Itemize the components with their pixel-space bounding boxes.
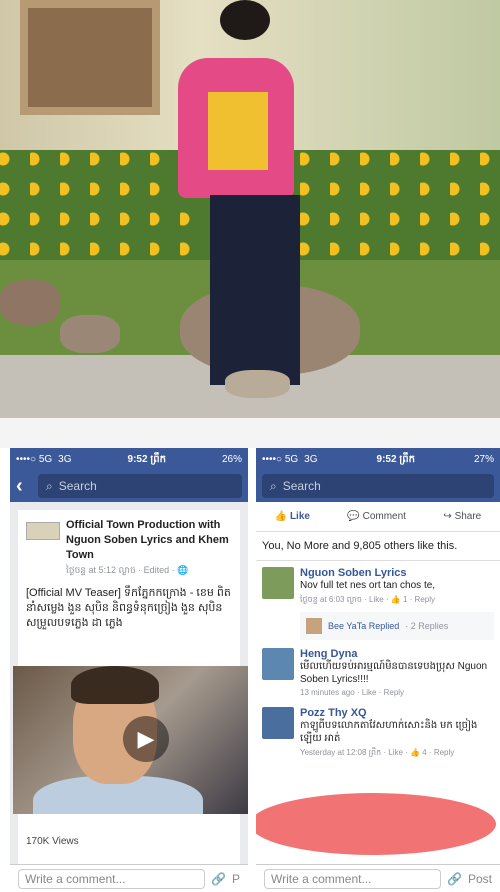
avatar[interactable] [262, 707, 294, 739]
comment-author[interactable]: Heng Dyna [300, 648, 494, 660]
share-button[interactable]: ↪ Share [443, 511, 481, 522]
share-label: Share [454, 511, 482, 522]
comment-text: មើលហើយទប់អារម្មណ៍មិនបានទេបងប្រុស Nguon S… [300, 661, 488, 685]
comment-author[interactable]: Pozz Thy XQ [300, 707, 494, 719]
avatar[interactable] [262, 567, 294, 599]
signal-text: ••••○ 5G [262, 453, 299, 465]
search-input[interactable]: ⌕ Search [38, 474, 242, 498]
post-button[interactable]: P [232, 872, 240, 886]
comment-text: Nov full tet nes ort tan chos te, [300, 580, 436, 591]
search-placeholder: Search [58, 479, 97, 493]
nav-bar: ⌕ Search [256, 470, 500, 502]
gap [0, 418, 500, 448]
post-card: Official Town Production with Nguon Sobe… [13, 510, 248, 892]
attach-icon[interactable]: 🔗 [211, 872, 226, 886]
comment-input[interactable]: Write a comment... [264, 868, 442, 889]
nav-bar: ‹ ⌕ Search [10, 470, 248, 502]
like-button[interactable]: 👍 Like [275, 511, 310, 522]
reply-count: · 2 Replies [405, 621, 449, 631]
left-phone-screenshot: ••••○ 5G 3G 9:52 ព្រឹក 26% ‹ ⌕ Search Of… [10, 448, 248, 892]
post-actions: 👍 Like 💬 Comment ↪ Share [256, 502, 500, 532]
search-placeholder: Search [282, 479, 321, 493]
attach-icon[interactable]: 🔗 [447, 872, 462, 886]
post-title[interactable]: Official Town Production with Nguon Sobe… [66, 518, 232, 563]
comment-composer: Write a comment... 🔗 P [10, 864, 248, 892]
post-header: Official Town Production with Nguon Sobe… [26, 518, 232, 578]
comment-meta: 13 minutes ago · Like · Reply [300, 688, 405, 697]
video-thumbnail[interactable]: ▶ [13, 666, 248, 814]
comments-list: Nguon Soben Lyrics Nov full tet nes ort … [256, 561, 500, 887]
likes-summary[interactable]: You, No More and 9,805 others like this. [256, 532, 500, 561]
search-input[interactable]: ⌕ Search [262, 474, 494, 498]
search-icon: ⌕ [270, 478, 277, 493]
post-text: [Official MV Teaser] ទឹកភ្នែកកក្រោង - ខេ… [26, 587, 231, 629]
comment-label: Comment [362, 511, 406, 522]
reply-author: Bee YaTa Replied [328, 621, 400, 631]
time-text: 9:52 ព្រឹក [376, 453, 415, 465]
time-text: 9:52 ព្រឹក [127, 453, 166, 465]
like-label: Like [289, 511, 310, 522]
play-icon[interactable]: ▶ [123, 716, 169, 762]
post-meta: ថ្ងៃចន្ទ at 5:12 ល្ងាច · Edited · 🌐 [66, 565, 189, 575]
garden-photo [0, 0, 500, 418]
comment-text: កាឡូពីបទលោកតាវែសហាក់សោះនិង មក ច្រៀងឡើយ អ… [300, 720, 478, 744]
right-phone-screenshot: ••••○ 5G 3G 9:52 ព្រឹក 27% ⌕ Search 👍 Li… [256, 448, 500, 892]
comment-meta: Yesterday at 12:08 ព្រឹក · Like · 👍 4 · … [300, 748, 455, 757]
avatar [306, 618, 322, 634]
comment-meta: ថ្ងៃចន្ទ at 6:03 ល្ងាច · Like · 👍 1 · Re… [300, 595, 436, 604]
comment-author[interactable]: Nguon Soben Lyrics [300, 567, 435, 579]
views-count: 170K Views [26, 836, 79, 847]
status-bar: ••••○ 5G 3G 9:52 ព្រឹក 27% [256, 448, 500, 470]
comment-composer: Write a comment... 🔗 Post [256, 864, 500, 892]
comment-item: Pozz Thy XQ កាឡូពីបទលោកតាវែសហាក់សោះនិង ម… [262, 707, 494, 759]
network-text: 3G [58, 453, 72, 465]
comment-item: Heng Dyna មើលហើយទប់អារម្មណ៍មិនបានទេបងប្រ… [262, 648, 494, 697]
avatar[interactable] [262, 648, 294, 680]
network-text: 3G [304, 453, 318, 465]
signal-text: ••••○ 5G [16, 453, 53, 465]
back-icon[interactable]: ‹ [16, 475, 30, 498]
post-button[interactable]: Post [468, 872, 492, 886]
replies-row[interactable]: Bee YaTa Replied · 2 Replies [300, 612, 494, 640]
status-bar: ••••○ 5G 3G 9:52 ព្រឹក 26% [10, 448, 248, 470]
comment-button[interactable]: 💬 Comment [347, 511, 406, 522]
page-avatar[interactable] [26, 522, 60, 540]
search-icon: ⌕ [46, 478, 53, 493]
red-highlight [256, 793, 496, 855]
battery-text: 26% [221, 453, 242, 465]
comment-item: Nguon Soben Lyrics Nov full tet nes ort … [262, 567, 494, 606]
battery-text: 27% [473, 453, 494, 465]
comment-input[interactable]: Write a comment... [18, 868, 206, 889]
video-figure-hair [71, 666, 159, 704]
